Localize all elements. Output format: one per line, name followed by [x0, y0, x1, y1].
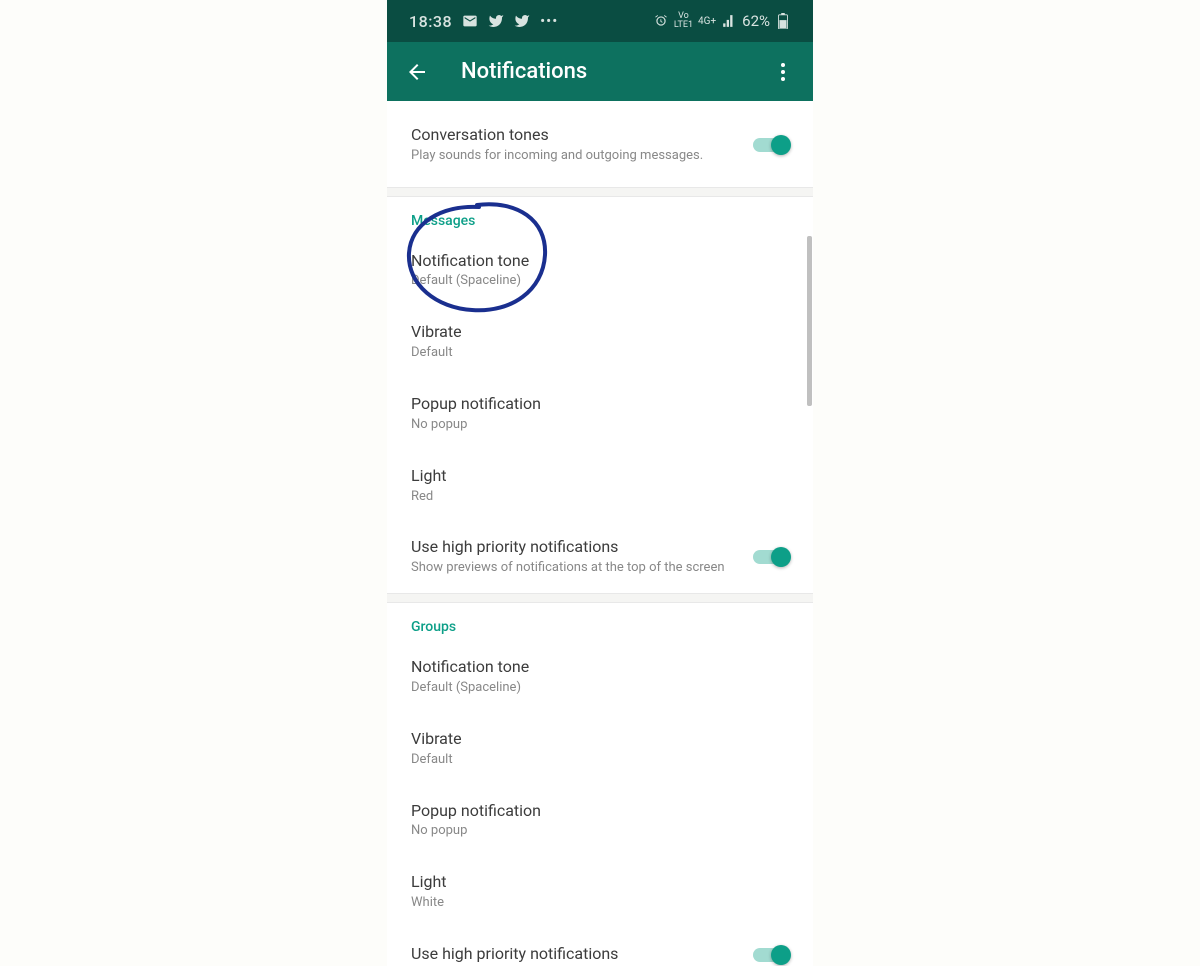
phone-frame: 18:38 ••• Vo LTE1 4G+ 62% — [387, 0, 813, 966]
scroll-indicator — [807, 236, 812, 406]
battery-icon — [775, 13, 791, 29]
setting-subtitle: Red — [411, 489, 789, 506]
page-title: Notifications — [461, 59, 771, 84]
messages-high-priority-item[interactable]: Use high priority notifications Show pre… — [387, 521, 813, 593]
section-divider — [387, 593, 813, 603]
section-divider — [387, 187, 813, 197]
messages-vibrate-item[interactable]: Vibrate Default — [387, 306, 813, 378]
app-bar: Notifications — [387, 42, 813, 101]
messages-notification-tone-item[interactable]: Notification tone Default (Spaceline) — [387, 235, 813, 307]
messages-high-priority-toggle[interactable] — [753, 546, 789, 568]
setting-title: Use high priority notifications — [411, 944, 753, 965]
setting-title: Notification tone — [411, 251, 789, 272]
status-bar: 18:38 ••• Vo LTE1 4G+ 62% — [387, 0, 813, 42]
network-4g: 4G+ — [698, 16, 716, 27]
setting-subtitle: Default (Spaceline) — [411, 273, 789, 290]
setting-title: Use high priority notifications — [411, 537, 753, 558]
conversation-tones-item[interactable]: Conversation tones Play sounds for incom… — [387, 101, 813, 187]
groups-light-item[interactable]: Light White — [387, 856, 813, 928]
twitter-icon-2 — [514, 13, 530, 29]
setting-subtitle: No popup — [411, 417, 789, 434]
setting-title: Light — [411, 872, 789, 893]
twitter-icon — [488, 13, 504, 29]
setting-subtitle: Default (Spaceline) — [411, 680, 789, 697]
setting-title: Popup notification — [411, 801, 789, 822]
back-button[interactable] — [405, 60, 429, 84]
messages-light-item[interactable]: Light Red — [387, 450, 813, 522]
status-time: 18:38 — [409, 12, 452, 31]
setting-title: Vibrate — [411, 322, 789, 343]
messages-popup-item[interactable]: Popup notification No popup — [387, 378, 813, 450]
groups-popup-item[interactable]: Popup notification No popup — [387, 785, 813, 857]
setting-subtitle: Default — [411, 752, 789, 769]
status-left: 18:38 ••• — [409, 12, 558, 31]
menu-button[interactable] — [771, 60, 795, 84]
conversation-tones-toggle[interactable] — [753, 134, 789, 156]
settings-list: Conversation tones Play sounds for incom… — [387, 101, 813, 966]
setting-subtitle: Default — [411, 345, 789, 362]
groups-high-priority-item[interactable]: Use high priority notifications — [387, 928, 813, 966]
groups-high-priority-toggle[interactable] — [753, 944, 789, 966]
setting-title: Vibrate — [411, 729, 789, 750]
status-right: Vo LTE1 4G+ 62% — [653, 12, 791, 30]
battery-text: 62% — [742, 12, 770, 30]
more-dots-icon: ••• — [540, 12, 558, 30]
setting-title: Light — [411, 466, 789, 487]
mail-icon — [462, 13, 478, 29]
setting-subtitle: Show previews of notifications at the to… — [411, 560, 753, 577]
setting-title: Popup notification — [411, 394, 789, 415]
network-text: Vo LTE1 — [674, 12, 693, 30]
setting-subtitle: White — [411, 895, 789, 912]
signal-icon — [721, 13, 737, 29]
setting-subtitle: No popup — [411, 823, 789, 840]
groups-notification-tone-item[interactable]: Notification tone Default (Spaceline) — [387, 641, 813, 713]
setting-title: Notification tone — [411, 657, 789, 678]
groups-vibrate-item[interactable]: Vibrate Default — [387, 713, 813, 785]
alarm-icon — [653, 13, 669, 29]
messages-section-header: Messages — [387, 197, 813, 235]
setting-subtitle: Play sounds for incoming and outgoing me… — [411, 148, 753, 165]
groups-section-header: Groups — [387, 603, 813, 641]
setting-title: Conversation tones — [411, 125, 753, 146]
